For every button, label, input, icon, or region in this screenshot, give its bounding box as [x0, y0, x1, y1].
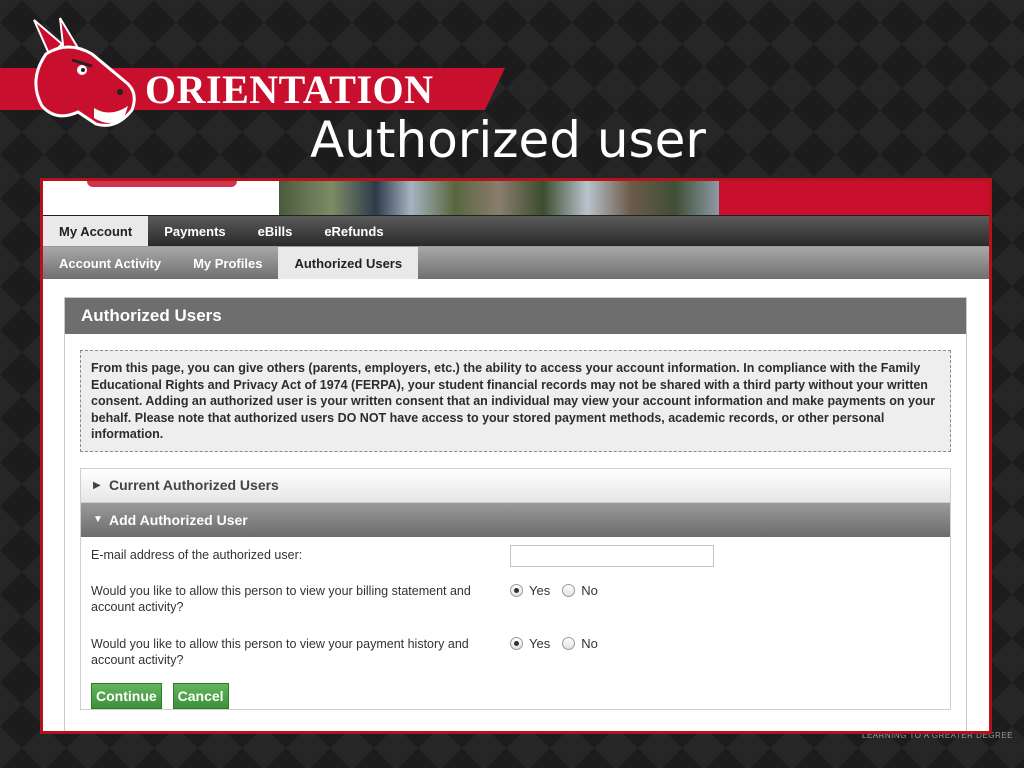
panel-title: Authorized Users [65, 298, 966, 334]
tab-my-account[interactable]: My Account [43, 216, 149, 246]
payment-yes-label: Yes [529, 635, 551, 651]
billing-no-radio[interactable] [562, 583, 576, 597]
email-label: E-mail address of the authorized user: [91, 547, 303, 562]
screenshot-frame: My Account Payments eBills eRefunds Acco… [40, 178, 992, 734]
add-user-form: E-mail address of the authorized user: W… [81, 537, 950, 709]
billing-no-label: No [581, 582, 598, 598]
email-row: E-mail address of the authorized user: [91, 544, 940, 583]
banner-title: ORIENTATION [145, 67, 434, 112]
mule-mascot-icon [33, 17, 136, 127]
primary-nav: My Account Payments eBills eRefunds [43, 215, 989, 246]
continue-button[interactable]: Continue [91, 682, 162, 709]
secondary-nav: Account Activity My Profiles Authorized … [43, 246, 989, 279]
tab-authorized-users[interactable]: Authorized Users [278, 247, 419, 279]
payment-question-label: Would you like to allow this person to v… [91, 636, 469, 667]
authorized-users-panel: Authorized Users From this page, you can… [64, 297, 967, 731]
header-photo [279, 181, 719, 215]
payment-question-row: Would you like to allow this person to v… [91, 636, 940, 681]
tab-account-activity[interactable]: Account Activity [43, 247, 177, 279]
billing-question-row: Would you like to allow this person to v… [91, 583, 940, 636]
add-authorized-user-label: Add Authorized User [109, 511, 248, 528]
triangle-down-icon: ▼ [93, 514, 103, 525]
main-content: Authorized Users From this page, you can… [64, 297, 967, 731]
add-authorized-user-header[interactable]: ▼ Add Authorized User [81, 502, 950, 537]
current-authorized-users-header[interactable]: ▶ Current Authorized Users [81, 468, 950, 503]
form-buttons: Continue Cancel [91, 681, 940, 709]
billing-yes-label: Yes [529, 582, 551, 598]
site-logo [43, 181, 279, 215]
email-input[interactable] [510, 544, 714, 567]
payment-no-radio[interactable] [562, 636, 576, 650]
billing-question-label: Would you like to allow this person to v… [91, 583, 471, 614]
tab-my-profiles[interactable]: My Profiles [177, 247, 278, 279]
triangle-right-icon: ▶ [93, 479, 101, 491]
cancel-button[interactable]: Cancel [172, 682, 229, 709]
slide-title: Authorized user [310, 111, 706, 169]
ferpa-notice: From this page, you can give others (par… [80, 350, 951, 452]
site-header [43, 181, 989, 215]
payment-no-label: No [581, 635, 598, 651]
tab-payments[interactable]: Payments [148, 216, 241, 246]
tab-erefunds[interactable]: eRefunds [308, 216, 399, 246]
tab-ebills[interactable]: eBills [242, 216, 309, 246]
payment-yes-radio[interactable] [510, 636, 523, 650]
authorized-users-accordion: ▶ Current Authorized Users ▼ Add Authori… [80, 467, 951, 710]
billing-yes-radio[interactable] [510, 583, 523, 597]
current-authorized-users-label: Current Authorized Users [109, 477, 279, 493]
